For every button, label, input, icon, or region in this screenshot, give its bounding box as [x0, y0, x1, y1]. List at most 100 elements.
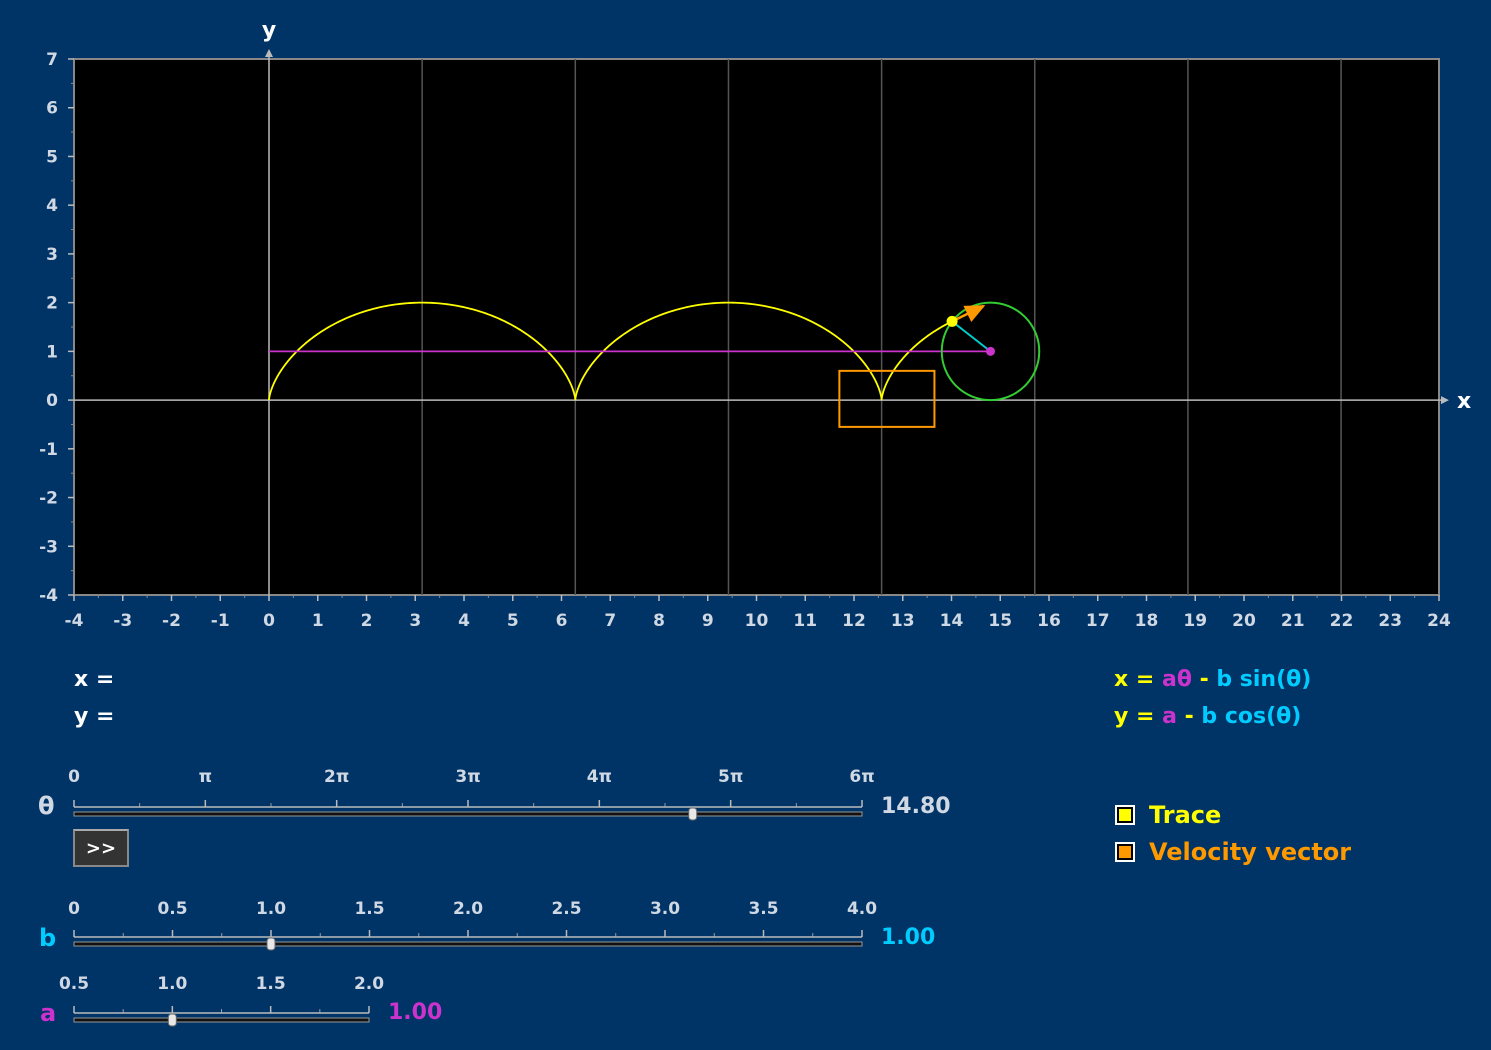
a-slider[interactable]: 0.5 1.0 1.5 2.0 — [59, 974, 384, 1027]
b-slider[interactable]: 0 0.5 1.0 1.5 2.0 2.5 3.0 3.5 4.0 — [68, 899, 877, 951]
x-tick-label: 15 — [988, 611, 1012, 631]
x-tick-label: 13 — [891, 611, 915, 631]
x-tick-label: 4 — [458, 611, 470, 631]
y-axis-arrow — [265, 49, 273, 57]
velocity-vector-checkbox-label: Velocity vector — [1149, 838, 1352, 866]
a-slider-label: a — [40, 999, 57, 1027]
theta-slider-label: θ — [38, 792, 55, 820]
x-tick-label: -4 — [65, 611, 84, 631]
trace-checkbox-label: Trace — [1149, 801, 1222, 829]
x-tick-label: 18 — [1135, 611, 1159, 631]
b-tick-label: 2.5 — [551, 899, 581, 919]
formula-y-a: a — [1162, 704, 1177, 729]
a-tick-label: 2.0 — [354, 974, 384, 994]
theta-tick-label: 0 — [68, 767, 80, 787]
x-tick-label: 12 — [842, 611, 866, 631]
b-slider-label: b — [39, 924, 57, 952]
x-tick-label: 8 — [653, 611, 665, 631]
x-tick-label: 10 — [745, 611, 769, 631]
theta-value: 14.80 — [881, 794, 951, 819]
parameter-sliders: 0 π 2π 3π 4π 5π 6π 0 0.5 1.0 1.5 2.0 2.5 3.0 3.5 4.0 0.5… — [59, 767, 877, 1027]
theta-slider-thumb[interactable] — [688, 807, 698, 821]
x-tick-label: 5 — [507, 611, 519, 631]
x-axis-arrow — [1441, 396, 1449, 405]
plot-area — [73, 58, 1440, 596]
theta-tick-label: 4π — [587, 767, 612, 787]
a-tick-label: 1.5 — [256, 974, 286, 994]
b-tick-label: 3.0 — [650, 899, 680, 919]
velocity-vector-checkbox[interactable]: Velocity vector — [1115, 838, 1351, 866]
velocity-vector-checkbox-box[interactable] — [1115, 842, 1135, 862]
y-tick-label: 7 — [46, 50, 58, 70]
theta-tick-label: 3π — [455, 767, 480, 787]
formula-y-lhs: y — [1114, 704, 1129, 729]
a-slider-thumb[interactable] — [167, 1013, 177, 1027]
theta-tick-label: 6π — [849, 767, 874, 787]
formula-y-op: - — [1176, 704, 1202, 729]
x-tick-label: 14 — [940, 611, 964, 631]
theta-slider[interactable]: 0 π 2π 3π 4π 5π 6π — [68, 767, 875, 821]
play-button[interactable]: >> — [73, 829, 129, 867]
x-axis-label: x — [1457, 389, 1471, 414]
x-tick-label: 21 — [1281, 611, 1305, 631]
formula-x-a: aθ — [1161, 667, 1192, 692]
y-readout-label: y = — [74, 704, 115, 729]
y-tick-label: 2 — [46, 294, 58, 314]
y-tick-label: 5 — [46, 147, 58, 167]
a-track — [73, 1017, 370, 1023]
y-tick-label: -1 — [39, 440, 58, 460]
x-tick-label: 9 — [702, 611, 714, 631]
b-slider-thumb[interactable] — [266, 937, 276, 951]
x-readout-label: x = — [74, 667, 115, 692]
x-tick-label: 16 — [1037, 611, 1061, 631]
a-tick-label: 0.5 — [59, 974, 89, 994]
tracing-point — [946, 315, 958, 327]
y-tick-label: 4 — [46, 196, 58, 216]
formula-y: y = a - b cos(θ) — [1114, 704, 1301, 729]
x-tick-label: 7 — [604, 611, 616, 631]
x-tick-label: 2 — [361, 611, 373, 631]
trace-checkbox-box[interactable] — [1115, 805, 1135, 825]
y-tick-label: 1 — [46, 342, 58, 362]
x-tick-label: 23 — [1378, 611, 1402, 631]
x-tick-label: 11 — [793, 611, 817, 631]
y-tick-label: 3 — [46, 245, 58, 265]
theta-tick-label: 2π — [324, 767, 349, 787]
x-tick-label: 17 — [1086, 611, 1110, 631]
b-tick-label: 3.5 — [748, 899, 778, 919]
theta-tick-label: 5π — [718, 767, 743, 787]
formula-x-lhs: x — [1114, 667, 1129, 692]
b-tick-label: 1.0 — [256, 899, 286, 919]
y-tick-label: -3 — [39, 537, 58, 557]
b-tick-label: 1.5 — [354, 899, 384, 919]
b-value: 1.00 — [881, 925, 936, 950]
cycloid-plot: xy-4 -3 -2 -1 0 1 2 3 4 5 6 7 8 9 10 11 12 13 14 15 16 17 18 19… — [39, 18, 1471, 631]
x-tick-label: 6 — [556, 611, 568, 631]
x-tick-label: -1 — [211, 611, 230, 631]
formula-x-op: - — [1191, 667, 1217, 692]
formula-x-eq: = — [1128, 667, 1162, 692]
formula-y-eq: = — [1128, 704, 1163, 729]
formula-x-b: b sin(θ) — [1216, 667, 1312, 692]
x-tick-label: 1 — [312, 611, 324, 631]
x-tick-label: 0 — [263, 611, 275, 631]
y-axis-label: y — [262, 18, 276, 43]
x-tick-label: 22 — [1330, 611, 1354, 631]
theta-tick-label: π — [199, 767, 212, 787]
x-tick-label: -2 — [162, 611, 181, 631]
x-tick-label: 19 — [1183, 611, 1207, 631]
b-track — [73, 941, 863, 947]
x-tick-label: -3 — [113, 611, 132, 631]
b-tick-label: 0.5 — [157, 899, 187, 919]
trace-checkbox[interactable]: Trace — [1115, 801, 1221, 829]
y-tick-label: 6 — [46, 99, 58, 119]
theta-track — [73, 811, 863, 817]
x-tick-label: 20 — [1232, 611, 1256, 631]
a-value: 1.00 — [388, 1000, 443, 1025]
formula-x: x = aθ - b sin(θ) — [1114, 667, 1311, 692]
y-tick-label: 0 — [46, 391, 58, 411]
circle-center-point — [986, 346, 995, 356]
y-tick-label: -4 — [39, 586, 58, 606]
b-tick-label: 2.0 — [453, 899, 483, 919]
x-tick-label: 24 — [1427, 611, 1451, 631]
